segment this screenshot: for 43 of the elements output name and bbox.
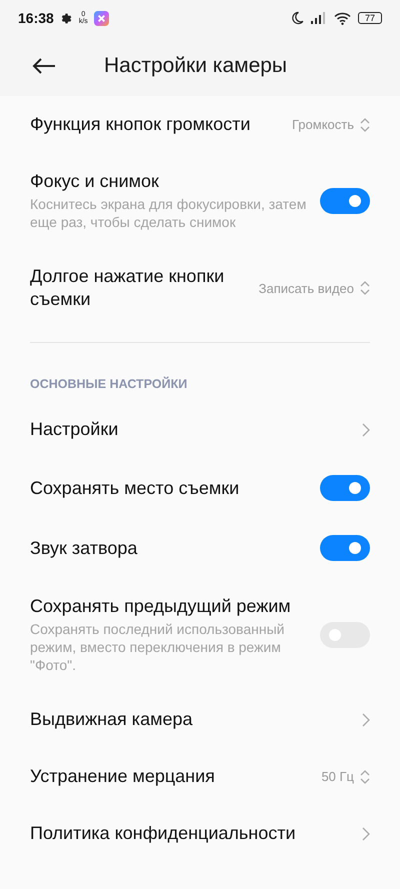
settings-row[interactable]: Функция кнопок громкости Громкость bbox=[0, 96, 400, 153]
up-down-chevron-icon bbox=[360, 768, 370, 784]
setting-value: 50 Гц bbox=[321, 769, 354, 784]
settings-row[interactable]: Долгое нажатие кнопки съемки Записать видео bbox=[0, 248, 400, 328]
settings-row[interactable]: Сохранять предыдущий режим Сохранять последний использованный режим, вместо переключения в режим "Фото". bbox=[0, 578, 400, 691]
settings-row[interactable]: Устранение мерцания 50 Гц bbox=[0, 748, 400, 805]
up-down-chevron-icon bbox=[360, 280, 370, 296]
up-down-chevron-icon bbox=[360, 116, 370, 132]
setting-label: Звук затвора bbox=[30, 536, 138, 560]
screen-title: Настройки камеры bbox=[104, 54, 288, 78]
moon-icon bbox=[291, 11, 304, 25]
setting-value: Громкость bbox=[292, 117, 354, 132]
settings-row[interactable]: Выдвижная камера bbox=[0, 691, 400, 748]
setting-label: Выдвижная камера bbox=[30, 708, 194, 731]
section-header: ОСНОВНЫЕ НАСТРОЙКИ bbox=[30, 377, 188, 391]
settings-row[interactable]: Фокус и снимок Коснитесь экрана для фокусировки, затем еще раз, чтобы сделать снимок bbox=[0, 153, 400, 248]
gear-icon bbox=[60, 12, 73, 24]
signal-icon bbox=[311, 12, 327, 24]
battery-icon: 77 bbox=[358, 12, 382, 24]
chevron-right-icon bbox=[362, 712, 370, 726]
setting-description: Сохранять последний использованный режим, вместо переключения в режим "Фото". bbox=[30, 620, 286, 674]
settings-row[interactable]: Политика конфиденциальности bbox=[0, 805, 400, 862]
chevron-right-icon bbox=[362, 422, 370, 436]
setting-label: Долгое нажатие кнопки съемки bbox=[30, 265, 226, 311]
wifi-icon bbox=[334, 12, 351, 24]
app-icon bbox=[94, 10, 109, 26]
setting-description: Коснитесь экрана для фокусировки, затем еще раз, чтобы сделать снимок bbox=[30, 195, 308, 231]
toggle-switch[interactable] bbox=[320, 535, 370, 561]
toggle-switch[interactable] bbox=[320, 188, 370, 214]
setting-label: Сохранять место съемки bbox=[30, 476, 240, 500]
setting-label: Сохранять предыдущий режим bbox=[30, 595, 292, 618]
settings-row[interactable]: Настройки bbox=[0, 401, 400, 458]
settings-row[interactable]: Сохранять место съемки bbox=[0, 458, 400, 518]
setting-value: Записать видео bbox=[258, 280, 354, 296]
clock-time: 16:38 bbox=[18, 10, 54, 26]
setting-label: Фокус и снимок bbox=[30, 170, 160, 193]
settings-row[interactable]: Звук затвора bbox=[0, 518, 400, 578]
setting-label: Функция кнопок громкости bbox=[30, 113, 252, 136]
toggle-switch[interactable] bbox=[320, 475, 370, 501]
setting-label: Устранение мерцания bbox=[30, 765, 216, 788]
setting-label: Настройки bbox=[30, 418, 120, 441]
setting-label: Политика конфиденциальности bbox=[30, 822, 297, 845]
chevron-right-icon bbox=[362, 826, 370, 840]
